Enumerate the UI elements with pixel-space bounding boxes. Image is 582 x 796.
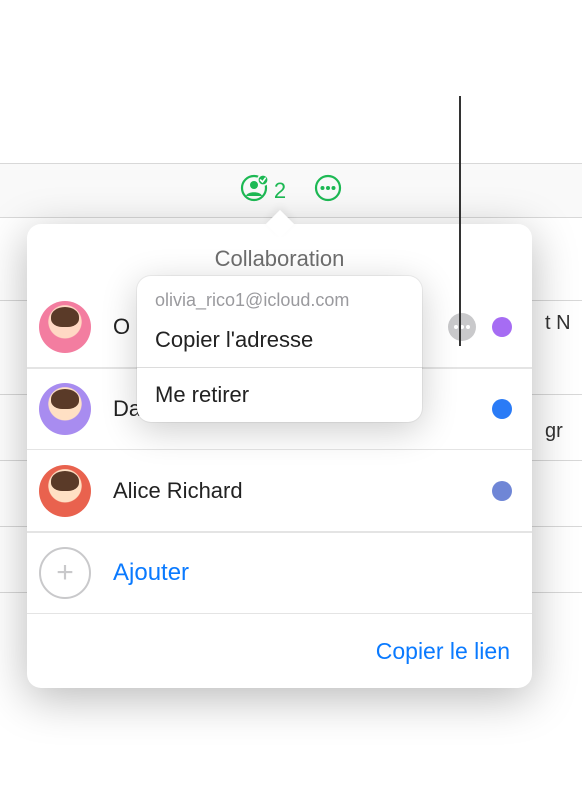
ellipsis-circle-icon [314,174,342,202]
participant-color-dot [492,317,512,337]
bg-cell-text: t N [545,312,571,335]
participant-color-dot [492,481,512,501]
remove-me-item[interactable]: Me retirer [137,368,422,422]
copy-link-button[interactable]: Copier le lien [27,614,532,688]
plus-circle-icon: + [39,547,91,599]
popover-title: Collaboration [27,246,532,272]
add-participant-button[interactable]: + Ajouter [27,532,532,614]
avatar [39,383,91,435]
participant-row[interactable]: Alice Richard [27,450,532,532]
toolbar: 2 [0,163,582,218]
callout-line [459,96,461,346]
add-label: Ajouter [113,559,189,587]
avatar [39,301,91,353]
avatar [39,465,91,517]
participant-context-menu: olivia_rico1@icloud.com Copier l'adresse… [137,276,422,422]
person-badge-icon [240,174,268,207]
more-menu-toolbar-button[interactable] [314,174,342,207]
participant-name: Alice Richard [113,478,492,504]
bg-cell-text: gr [545,420,563,443]
collaboration-popover: Collaboration O Daniel Richard (propriét… [27,224,532,688]
participant-color-dot [492,399,512,419]
participant-more-button[interactable] [448,313,476,341]
copy-address-item[interactable]: Copier l'adresse [137,313,422,367]
collaboration-toolbar-button[interactable]: 2 [240,174,286,207]
collab-count: 2 [274,178,286,204]
context-email: olivia_rico1@icloud.com [137,276,422,313]
copy-link-label: Copier le lien [376,638,510,665]
